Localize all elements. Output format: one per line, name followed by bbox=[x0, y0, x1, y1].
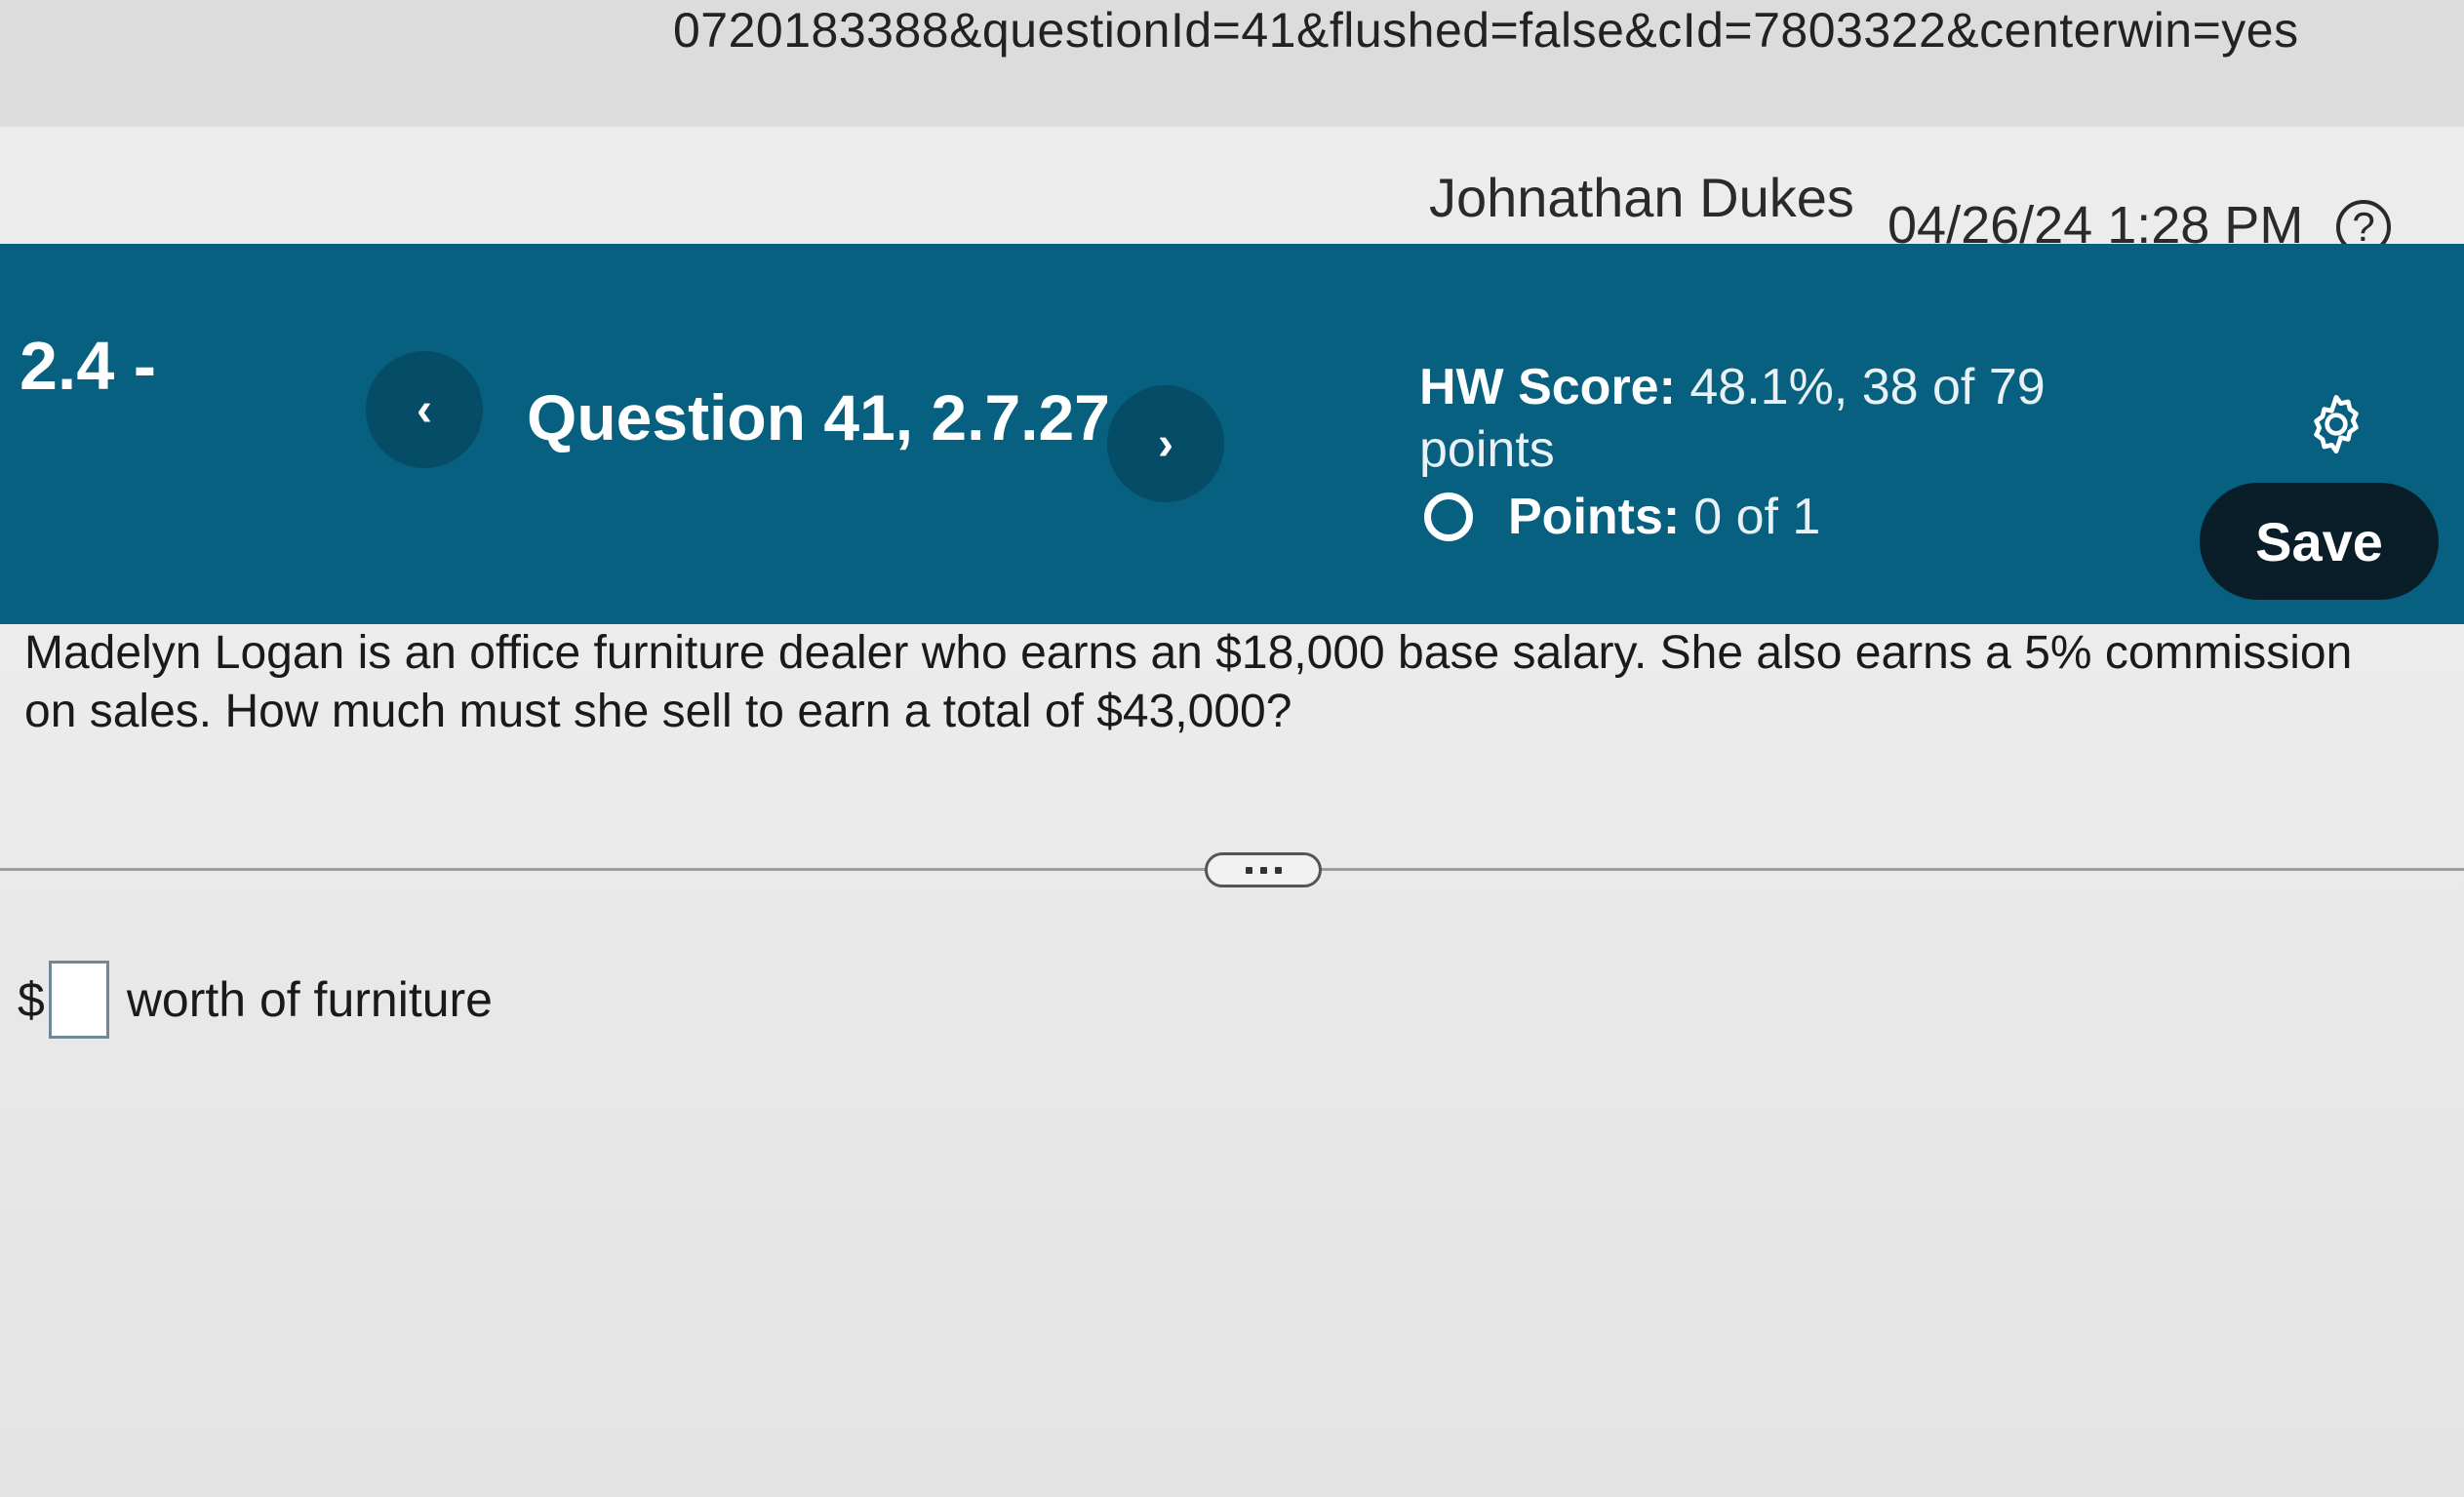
ellipsis-icon bbox=[1245, 866, 1252, 874]
hw-score: HW Score: 48.1%, 38 of 79 points bbox=[1419, 356, 2102, 481]
question-header: 2.4 - ‹ Question 41, 2.7.27 › HW Score: … bbox=[0, 244, 2464, 624]
url-text[interactable]: 0720183388&questionId=41&flushed=false&c… bbox=[673, 2, 2299, 59]
hw-score-label: HW Score: bbox=[1419, 359, 1676, 415]
next-question-button[interactable]: › bbox=[1107, 385, 1224, 502]
section-number: 2.4 - bbox=[20, 328, 157, 404]
browser-address-bar[interactable]: 0720183388&questionId=41&flushed=false&c… bbox=[0, 0, 2464, 129]
user-info-bar: Johnathan Dukes 04/26/24 1:28 PM ? bbox=[0, 127, 2464, 255]
currency-prefix: $ bbox=[18, 972, 45, 1027]
chevron-right-icon: › bbox=[1158, 417, 1173, 470]
expand-more-button[interactable] bbox=[1205, 852, 1322, 887]
page: 0720183388&questionId=41&flushed=false&c… bbox=[0, 0, 2464, 1497]
points-status: Points: 0 of 1 bbox=[1424, 488, 1820, 546]
previous-question-button[interactable]: ‹ bbox=[366, 351, 483, 468]
answer-input[interactable] bbox=[48, 961, 109, 1039]
answer-row: $ worth of furniture bbox=[18, 961, 493, 1039]
circle-outline-icon bbox=[1424, 492, 1473, 541]
gear-icon bbox=[2314, 394, 2359, 454]
settings-button[interactable] bbox=[2302, 390, 2370, 458]
points-value: 0 of 1 bbox=[1693, 489, 1821, 545]
chevron-left-icon: ‹ bbox=[417, 383, 432, 436]
question-title: Question 41, 2.7.27 bbox=[527, 381, 1110, 453]
answer-suffix: worth of furniture bbox=[126, 972, 493, 1027]
question-text: Madelyn Logan is an office furniture dea… bbox=[24, 627, 2353, 737]
user-name: Johnathan Dukes bbox=[1429, 167, 1854, 228]
save-button[interactable]: Save bbox=[2200, 483, 2439, 600]
points-label: Points: bbox=[1508, 489, 1681, 545]
